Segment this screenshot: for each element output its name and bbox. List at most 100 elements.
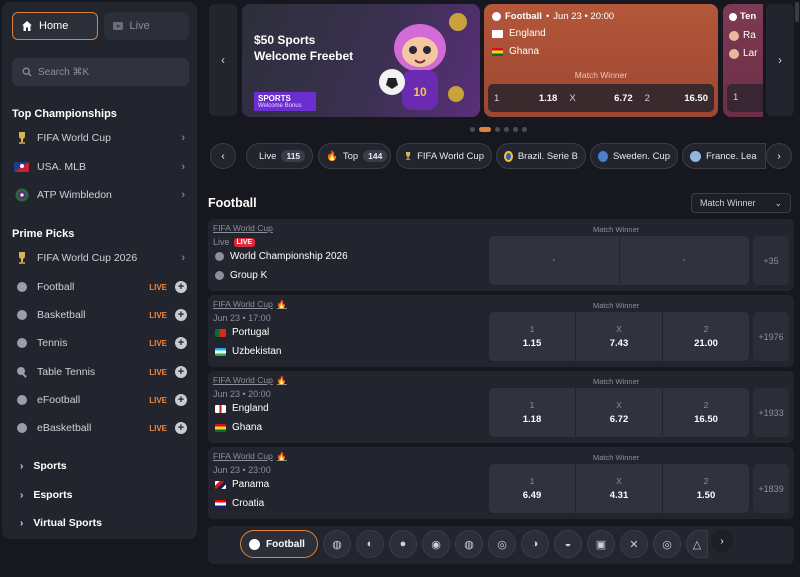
carousel-dot[interactable] bbox=[495, 127, 500, 132]
sport-tab-football[interactable]: Football bbox=[240, 530, 318, 558]
match-row[interactable]: FIFA World Cup 🔥 Match Winner Jun 23 • 20… bbox=[208, 371, 794, 443]
more-markets-button[interactable]: +1839 bbox=[753, 464, 789, 513]
match-league-link[interactable]: FIFA World Cup bbox=[213, 223, 273, 233]
odds-value: 4.31 bbox=[609, 490, 629, 501]
sidebar-item-football[interactable]: Football LIVE + bbox=[2, 275, 197, 299]
chips-next-button[interactable]: › bbox=[766, 143, 792, 169]
search-input[interactable]: Search ⌘K bbox=[12, 58, 189, 86]
odds-button-2[interactable]: 2 1.50 bbox=[663, 464, 749, 513]
carousel-dot[interactable] bbox=[470, 127, 475, 132]
team-name: Group K bbox=[230, 270, 268, 281]
odds-button-x[interactable]: X 6.72 bbox=[563, 84, 638, 112]
add-icon[interactable]: + bbox=[175, 281, 187, 293]
carousel-dot[interactable] bbox=[513, 127, 518, 132]
sport-tab-label: Football bbox=[266, 538, 305, 550]
sport-tab-darts[interactable]: ◎ bbox=[653, 530, 681, 558]
sidebar-item-atp-wimbledon[interactable]: ATP Wimbledon › bbox=[2, 183, 197, 207]
sport-tab-volleyball[interactable]: ◎ bbox=[488, 530, 516, 558]
match-row[interactable]: FIFA World Cup 🔥 Match Winner Jun 23 • 17… bbox=[208, 295, 794, 367]
sidebar-item-table-tennis[interactable]: Table Tennis LIVE + bbox=[2, 360, 197, 384]
add-icon[interactable]: + bbox=[175, 422, 187, 434]
carousel-next-button[interactable]: › bbox=[766, 4, 794, 116]
featured-match-card[interactable]: Football • Jun 23 • 20:00 England Ghana … bbox=[484, 4, 718, 117]
add-icon[interactable]: + bbox=[175, 337, 187, 349]
more-markets-button[interactable]: +1976 bbox=[753, 312, 789, 361]
promo-line2: Welcome Freebet bbox=[254, 49, 354, 63]
odds-value: 16.50 bbox=[684, 92, 708, 104]
sidebar-item-label: Basketball bbox=[37, 309, 86, 321]
sidebar-item-usa-mlb[interactable]: USA. MLB › bbox=[2, 155, 197, 179]
sidebar-item-fifa-world-cup[interactable]: FIFA World Cup › bbox=[2, 126, 197, 150]
odds-button-x[interactable]: X 4.31 bbox=[576, 464, 663, 513]
tab-live[interactable]: Live bbox=[103, 12, 189, 40]
chip-sweden-cup[interactable]: Sweden. Cup bbox=[590, 143, 678, 169]
sidebar-group-virtual-sports[interactable]: › Virtual Sports bbox=[2, 511, 197, 535]
match-league-link[interactable]: FIFA World Cup 🔥 bbox=[213, 299, 287, 309]
tab-home[interactable]: Home bbox=[12, 12, 98, 40]
odds-button-x[interactable]: X 6.72 bbox=[576, 388, 663, 437]
match-row[interactable]: FIFA World Cup 🔥 Match Winner Jun 23 • 23… bbox=[208, 447, 794, 519]
market-select[interactable]: Match Winner ⌄ bbox=[691, 193, 791, 213]
scrollbar[interactable] bbox=[794, 0, 800, 577]
odds-value: - bbox=[682, 255, 686, 266]
chip-live[interactable]: Live 115 bbox=[246, 143, 313, 169]
sport-tab-basketball[interactable]: ◍ bbox=[323, 530, 351, 558]
carousel-prev-button[interactable]: ‹ bbox=[209, 4, 237, 116]
sport-tab-mma[interactable]: ✕ bbox=[620, 530, 648, 558]
odds-button[interactable]: - bbox=[620, 236, 750, 285]
chips-prev-button[interactable]: ‹ bbox=[210, 143, 236, 169]
featured-match-card-2[interactable]: Ten Ra Lar 1 bbox=[723, 4, 763, 117]
rugby-icon: ◑ bbox=[531, 538, 539, 550]
odds-button-2[interactable]: 2 16.50 bbox=[663, 388, 749, 437]
ebasketball-icon bbox=[14, 421, 29, 436]
scrollbar-thumb[interactable] bbox=[795, 2, 799, 22]
odds-button[interactable]: - bbox=[489, 236, 620, 285]
chip-france-league[interactable]: France. Lea bbox=[682, 143, 766, 169]
chip-fifa-world-cup[interactable]: FIFA World Cup bbox=[396, 143, 492, 169]
promo-banner[interactable]: $50 Sports Welcome Freebet SPORTS Welcom… bbox=[242, 4, 480, 117]
odds-button-1[interactable]: 1 1.18 bbox=[489, 388, 576, 437]
carousel-dot[interactable] bbox=[522, 127, 527, 132]
featured2-odd[interactable]: 1 bbox=[727, 84, 763, 112]
match-row[interactable]: FIFA World Cup Match Winner Live LIVE Wo… bbox=[208, 219, 794, 291]
sport-tab-handball[interactable]: ◒ bbox=[554, 530, 582, 558]
sidebar-item-efootball[interactable]: eFootball LIVE + bbox=[2, 388, 197, 412]
sport-tab-rugby[interactable]: ◑ bbox=[521, 530, 549, 558]
sport-tab-tennis[interactable]: ◐ bbox=[356, 530, 384, 558]
odds-label: 1 bbox=[733, 92, 739, 103]
odds-button-1[interactable]: 1 1.18 bbox=[488, 84, 563, 112]
chip-brazil-serie-b[interactable]: Brazil. Serie B bbox=[496, 143, 586, 169]
chip-label: FIFA World Cup bbox=[417, 150, 484, 162]
sport-tab-snooker[interactable]: △ bbox=[686, 530, 708, 558]
add-icon[interactable]: + bbox=[175, 309, 187, 321]
chevron-down-icon: ⌄ bbox=[774, 197, 782, 208]
sidebar-group-esports[interactable]: › Esports bbox=[2, 483, 197, 507]
match-league-link[interactable]: FIFA World Cup 🔥 bbox=[213, 451, 287, 461]
sport-tab-efootball[interactable]: ◉ bbox=[422, 530, 450, 558]
odds-button-2[interactable]: 2 21.00 bbox=[663, 312, 749, 361]
match-league-link[interactable]: FIFA World Cup 🔥 bbox=[213, 375, 287, 385]
sidebar-item-ebasketball[interactable]: eBasketball LIVE + bbox=[2, 416, 197, 440]
sidebar-item-fifa-world-cup-2026[interactable]: FIFA World Cup 2026 › bbox=[2, 246, 197, 270]
odds-button-1[interactable]: 1 1.15 bbox=[489, 312, 576, 361]
add-icon[interactable]: + bbox=[175, 394, 187, 406]
more-markets-button[interactable]: +35 bbox=[753, 236, 789, 285]
sidebar-item-tennis[interactable]: Tennis LIVE + bbox=[2, 331, 197, 355]
carousel-dot[interactable] bbox=[504, 127, 509, 132]
add-icon[interactable]: + bbox=[175, 366, 187, 378]
ice-hockey-icon: ▣ bbox=[595, 538, 607, 551]
sport-tab-ebasketball[interactable]: ◍ bbox=[455, 530, 483, 558]
sport-tab-ice-hockey[interactable]: ▣ bbox=[587, 530, 615, 558]
sidebar-item-label: Football bbox=[37, 281, 75, 293]
odds-button-2[interactable]: 2 16.50 bbox=[639, 84, 714, 112]
odds-button-1[interactable]: 1 6.49 bbox=[489, 464, 576, 513]
odds-button-x[interactable]: X 7.43 bbox=[576, 312, 663, 361]
sport-tab-table-tennis[interactable]: ● bbox=[389, 530, 417, 558]
sidebar-item-basketball[interactable]: Basketball LIVE + bbox=[2, 303, 197, 327]
carousel-dot-active[interactable] bbox=[479, 127, 491, 132]
more-markets-button[interactable]: +1933 bbox=[753, 388, 789, 437]
chip-top[interactable]: 🔥 Top 144 bbox=[318, 143, 391, 169]
sidebar-group-sports[interactable]: › Sports bbox=[2, 454, 197, 478]
team-2: Group K bbox=[215, 270, 267, 281]
sport-bar-next-button[interactable]: › bbox=[711, 530, 733, 552]
